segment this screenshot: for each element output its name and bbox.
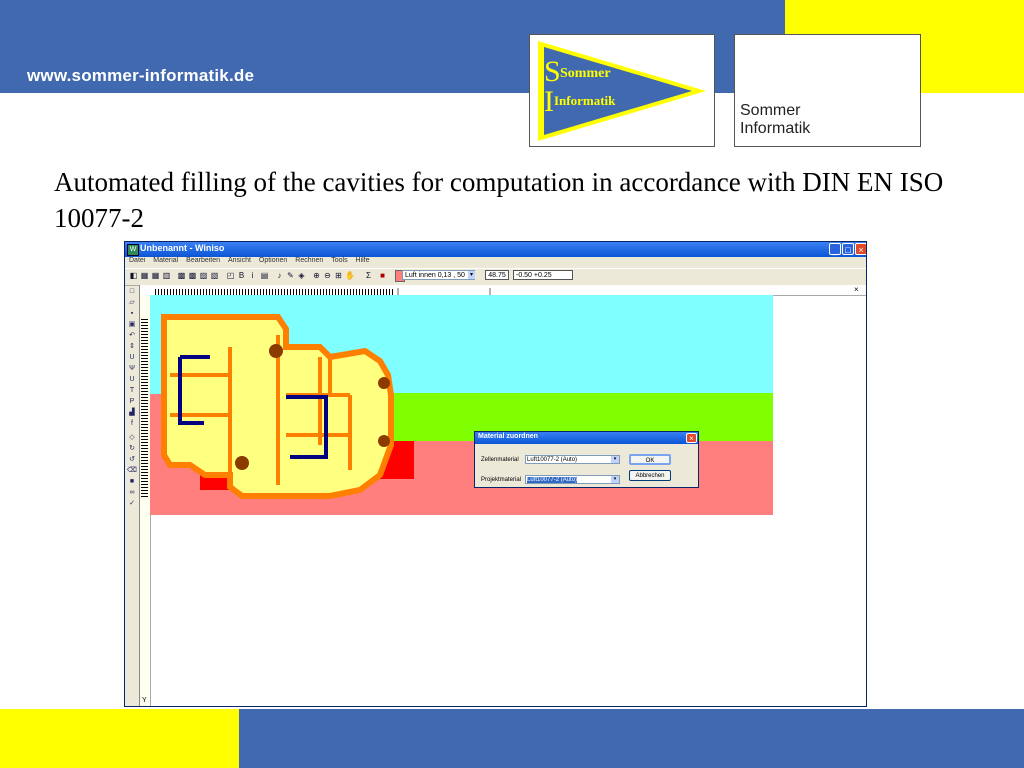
chevron-down-icon[interactable]: ▾: [611, 456, 619, 463]
p-tool-icon[interactable]: P: [127, 397, 137, 407]
tool-cells4-icon[interactable]: ▧: [210, 271, 219, 280]
gasket-glass-top: [378, 377, 390, 389]
mirror-icon[interactable]: ⇕: [127, 342, 137, 352]
tool-cells-icon[interactable]: ▩: [177, 271, 186, 280]
undo-icon[interactable]: ↶: [127, 331, 137, 341]
material-dialog: Material zuordnen × Zellenmaterial Luft1…: [474, 431, 699, 488]
dialog-titlebar[interactable]: Material zuordnen ×: [475, 432, 698, 444]
zoom-out-icon[interactable]: ⊖: [323, 271, 332, 280]
u-value-icon[interactable]: U: [127, 375, 137, 385]
tool-cells3-icon[interactable]: ▨: [199, 271, 208, 280]
rotate-icon[interactable]: ↻: [127, 444, 137, 454]
gasket-glass-bottom: [378, 435, 390, 447]
menu-tools[interactable]: Tools: [331, 257, 347, 264]
shape-icon[interactable]: ◇: [127, 433, 137, 443]
maximize-button[interactable]: □: [842, 243, 854, 255]
app-icon: W: [127, 244, 139, 256]
tool-info-icon[interactable]: i: [248, 271, 257, 280]
canvas-close-icon[interactable]: ×: [854, 285, 859, 294]
project-material-select[interactable]: Luft10077-2 (Auto) ▾: [525, 475, 620, 484]
gasket-top: [269, 344, 283, 358]
tool-grid2-icon[interactable]: ▦: [151, 271, 160, 280]
tool-bold-icon[interactable]: B: [237, 271, 246, 280]
tool-hand-icon[interactable]: ✋: [345, 271, 355, 280]
ruler-marker: Y: [142, 697, 147, 704]
u-tool-icon[interactable]: U: [127, 353, 137, 363]
psi-tool-icon[interactable]: Ψ: [127, 364, 137, 374]
profile-drawing: [150, 295, 773, 515]
material-icon[interactable]: ■: [127, 477, 137, 487]
pennant-logo-icon: S Sommer I Informatik: [538, 41, 706, 141]
rotate-ccw-icon[interactable]: ↺: [127, 455, 137, 465]
logo-pennant: S Sommer I Informatik: [529, 34, 715, 147]
tool-new-icon[interactable]: ◧: [129, 271, 138, 280]
window-title: Unbenannt - Winiso: [140, 243, 225, 253]
link-icon[interactable]: ∞: [127, 488, 137, 498]
chevron-down-icon[interactable]: ▾: [468, 271, 475, 279]
menubar: Datei Material Bearbeiten Ansicht Option…: [125, 257, 866, 268]
site-url: www.sommer-informatik.de: [27, 66, 255, 85]
tool-fill-icon[interactable]: ✎: [286, 271, 295, 280]
tool-table-icon[interactable]: ▤: [260, 271, 269, 280]
cell-material-value: Luft10077-2 (Auto): [527, 457, 578, 463]
menu-rechnen[interactable]: Rechnen: [295, 257, 323, 264]
menu-material[interactable]: Material: [153, 257, 178, 264]
logo-text: Sommer Informatik: [740, 102, 811, 137]
menu-datei[interactable]: Datei: [129, 257, 145, 264]
dialog-title: Material zuordnen: [478, 433, 538, 440]
ok-button[interactable]: OK: [629, 454, 671, 465]
minimize-button[interactable]: _: [829, 243, 841, 255]
slide-headline: Automated filling of the cavities for co…: [54, 167, 944, 233]
tool-grid-icon[interactable]: ▦: [140, 271, 149, 280]
project-material-value: Luft10077-2 (Auto): [527, 477, 578, 483]
tool-record-icon[interactable]: ■: [378, 271, 387, 280]
tool-frame-icon[interactable]: ◰: [226, 271, 235, 280]
open-folder-icon[interactable]: ▱: [127, 298, 137, 308]
logo-initial-i: I: [544, 85, 554, 118]
new-file-icon[interactable]: □: [127, 287, 137, 297]
save-icon[interactable]: ▪: [127, 309, 137, 319]
bottom-yellow-band: [0, 709, 239, 768]
sum-icon[interactable]: Σ: [364, 271, 373, 280]
menu-bearbeiten[interactable]: Bearbeiten: [186, 257, 220, 264]
material-select[interactable]: Luft innen 0,13 , 50: [402, 270, 475, 280]
window-titlebar[interactable]: W Unbenannt - Winiso _ □ ×: [125, 242, 866, 257]
gasket-bottom: [235, 456, 249, 470]
f-tool-icon[interactable]: f: [127, 419, 137, 429]
cell-material-label: Zellenmaterial: [481, 457, 519, 463]
tool-grid3-icon[interactable]: ▥: [162, 271, 171, 280]
check-icon[interactable]: ✓: [127, 499, 137, 509]
menu-hilfe[interactable]: Hilfe: [356, 257, 370, 264]
value-field-1[interactable]: 48.75: [485, 270, 509, 280]
logo-word-1: Sommer: [560, 66, 611, 81]
cancel-button[interactable]: Abbrechen: [629, 470, 671, 481]
t-tool-icon[interactable]: T: [127, 386, 137, 396]
logo-initial-s: S: [544, 55, 561, 88]
dialog-close-button[interactable]: ×: [686, 433, 697, 443]
value-field-2[interactable]: -0.50 +0.25: [513, 270, 573, 280]
winiso-window: W Unbenannt - Winiso _ □ × Datei Materia…: [124, 241, 867, 707]
chevron-down-icon[interactable]: ▾: [611, 476, 619, 483]
cell-material-select[interactable]: Luft10077-2 (Auto) ▾: [525, 455, 620, 464]
bottom-blue-band: [239, 709, 1024, 768]
menu-optionen[interactable]: Optionen: [259, 257, 287, 264]
print-icon[interactable]: ▣: [127, 320, 137, 330]
project-material-label: Projektmaterial: [481, 477, 522, 483]
logo-word-2: Informatik: [554, 93, 616, 108]
zoom-fit-icon[interactable]: ⊞: [334, 271, 343, 280]
tool-cells2-icon[interactable]: ▩: [188, 271, 197, 280]
tool-pen-icon[interactable]: ♪: [275, 271, 284, 280]
left-toolbar: □ ▱ ▪ ▣ ↶ ⇕ U Ψ U T P ▟ f ◇ ↻ ↺ ⌫ ■ ∞ ✓: [125, 285, 139, 705]
delete-icon[interactable]: ⌫: [127, 466, 137, 476]
menu-ansicht[interactable]: Ansicht: [228, 257, 251, 264]
zoom-in-icon[interactable]: ⊕: [312, 271, 321, 280]
drawing-canvas[interactable]: × Y Material zuordnen × Zellenmaterial L…: [139, 285, 866, 706]
close-window-button[interactable]: ×: [855, 243, 866, 255]
chart-icon[interactable]: ▟: [127, 408, 137, 418]
ruler-ticks-left: [141, 317, 148, 497]
tool-bucket-icon[interactable]: ◈: [297, 271, 306, 280]
